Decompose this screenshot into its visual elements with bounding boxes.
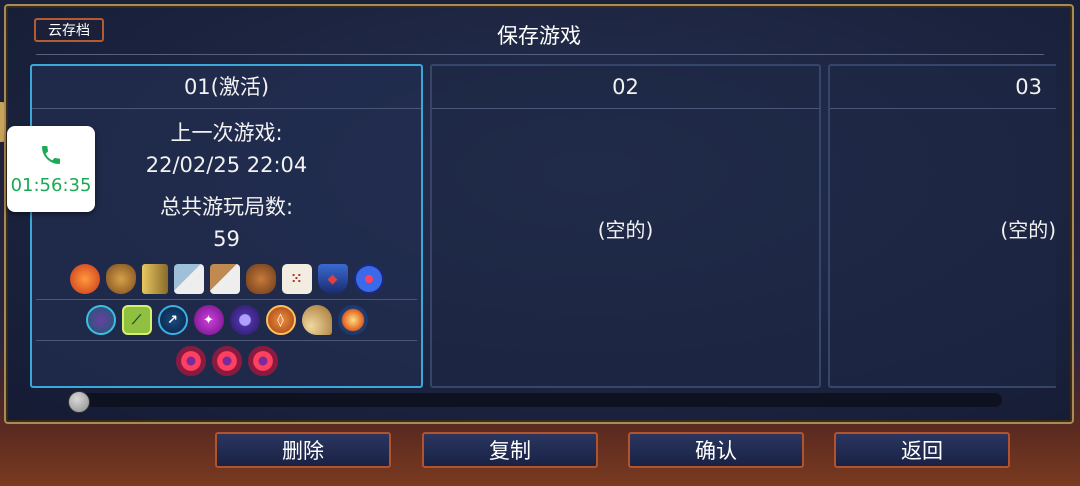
confirm-button[interactable]: 确认 — [628, 432, 804, 468]
red-eye-orb-icon — [247, 346, 278, 376]
potion-bomb-icon — [69, 264, 100, 294]
save-slot-02[interactable]: 02 (空的) — [430, 64, 821, 388]
slot-title: 01(激活) — [32, 66, 421, 109]
call-duration: 01:56:35 — [10, 174, 92, 196]
rune-spark-icon — [337, 305, 368, 335]
back-button[interactable]: 返回 — [834, 432, 1010, 468]
rune-teleport-icon: ↗ — [157, 305, 188, 335]
rune-green-icon: ⟋ — [121, 305, 152, 335]
red-eye-orb-icon — [175, 346, 206, 376]
copy-button[interactable]: 复制 — [422, 432, 598, 468]
coin-bag-icon — [105, 264, 136, 294]
slot-title: 02 — [432, 66, 819, 109]
save-game-panel: 云存档 保存游戏 01(激活) 上一次游戏: 22/02/25 22:04 总共… — [4, 4, 1074, 424]
sword-dice-icon — [173, 264, 204, 294]
call-timer-widget[interactable]: 01:56:35 — [7, 126, 95, 212]
item-row-2: ⟋ ↗ ✦ ◊ — [32, 300, 421, 340]
horn-icon — [301, 305, 332, 335]
title-divider — [36, 54, 1044, 55]
rune-gear-icon — [229, 305, 260, 335]
save-slot-01[interactable]: 01(激活) 上一次游戏: 22/02/25 22:04 总共游玩局数: 59 … — [30, 64, 423, 388]
slot-title: 03 — [830, 66, 1056, 109]
item-row-1: ⁙ ◆ — [32, 259, 421, 299]
rune-purple-icon: ✦ — [193, 305, 224, 335]
save-slot-03[interactable]: 03 (空的) — [828, 64, 1056, 388]
blue-shield-icon: ◆ — [317, 264, 348, 294]
rune-orange-icon: ◊ — [265, 305, 296, 335]
scrollbar-handle[interactable] — [68, 391, 90, 413]
phone-icon — [39, 143, 63, 171]
shield-dice-icon — [245, 264, 276, 294]
eye-orb-icon — [353, 264, 384, 294]
empty-slot-label: (空的) — [597, 218, 654, 242]
red-eye-orb-icon — [211, 346, 242, 376]
page-title: 保存游戏 — [497, 24, 581, 48]
slot-scrollbar[interactable] — [72, 393, 1002, 407]
empty-slot-label: (空的) — [1000, 218, 1056, 242]
rune-vine-icon — [85, 305, 116, 335]
torch-bars-icon — [141, 264, 168, 294]
bow-dice-icon — [209, 264, 240, 294]
total-runs-value: 59 — [213, 227, 240, 251]
delete-button[interactable]: 删除 — [215, 432, 391, 468]
dice-icon: ⁙ — [281, 264, 312, 294]
item-row-3 — [32, 341, 421, 381]
